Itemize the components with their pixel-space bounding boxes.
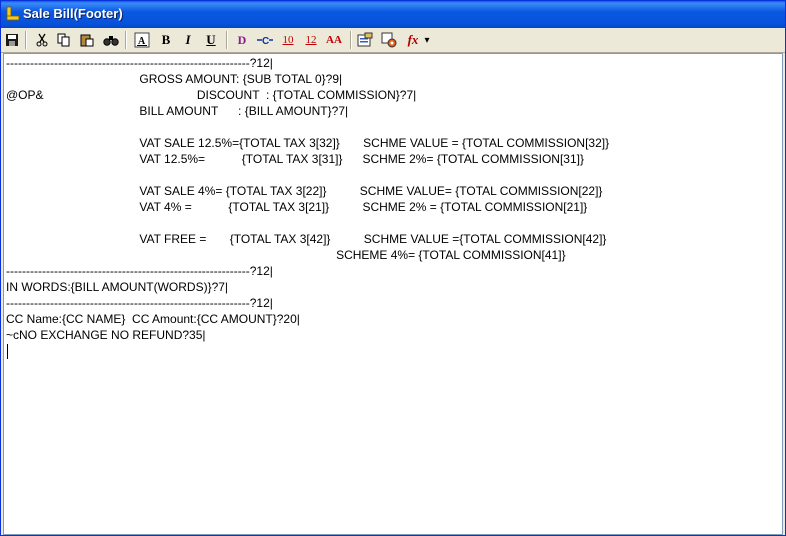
editor-line: SCHEME 4%= {TOTAL COMMISSION[41]} (6, 248, 566, 262)
copy-icon[interactable] (55, 31, 73, 49)
text-caret (7, 344, 8, 359)
title-bar[interactable]: Sale Bill(Footer) (1, 1, 785, 28)
editor-line: ----------------------------------------… (6, 56, 273, 70)
editor-line: CC Name:{CC NAME} CC Amount:{CC AMOUNT}?… (6, 312, 300, 326)
editor-line: BILL AMOUNT : {BILL AMOUNT}?7| (6, 104, 349, 118)
d-button[interactable]: D (233, 31, 251, 49)
toolbar: A B I U D C 10 12 AA fx ▾ (1, 28, 785, 53)
editor-line: ~cNO EXCHANGE NO REFUND?35| (6, 328, 206, 342)
case-button[interactable]: AA (325, 31, 343, 49)
footer-editor[interactable]: ----------------------------------------… (3, 53, 783, 535)
save-icon[interactable] (3, 31, 21, 49)
window-title: Sale Bill(Footer) (23, 6, 123, 21)
find-icon[interactable] (102, 31, 120, 49)
editor-line: VAT SALE 4%= {TOTAL TAX 3[22]} SCHME VAL… (6, 184, 603, 198)
editor-line: GROSS AMOUNT: {SUB TOTAL 0}?9| (6, 72, 343, 86)
insert-field-icon[interactable]: C (256, 31, 274, 49)
toolbar-separator (226, 31, 228, 49)
properties-icon[interactable] (356, 31, 374, 49)
font-icon[interactable]: A (133, 31, 151, 49)
cut-icon[interactable] (33, 31, 51, 49)
app-icon (6, 6, 20, 21)
toolbar-separator (25, 31, 27, 49)
svg-text:C: C (262, 36, 269, 47)
settings-icon[interactable] (380, 31, 398, 49)
editor-line: VAT SALE 12.5%={TOTAL TAX 3[32]} SCHME V… (6, 136, 610, 150)
app-window: Sale Bill(Footer) A B I U D C 10 12 AA f… (0, 0, 786, 536)
font-size-12-button[interactable]: 12 (302, 31, 320, 49)
toolbar-separator (350, 31, 352, 49)
italic-button[interactable]: I (179, 31, 197, 49)
underline-button[interactable]: U (202, 31, 220, 49)
editor-line: ----------------------------------------… (6, 296, 273, 310)
editor-line: ----------------------------------------… (6, 264, 273, 278)
toolbar-separator (125, 31, 127, 49)
function-button[interactable]: fx (404, 31, 422, 49)
bold-button[interactable]: B (157, 31, 175, 49)
editor-line: VAT 12.5%= {TOTAL TAX 3[31]} SCHME 2%= {… (6, 152, 584, 166)
editor-line: VAT 4% = {TOTAL TAX 3[21]} SCHME 2% = {T… (6, 200, 588, 214)
editor-line: IN WORDS:{BILL AMOUNT(WORDS)}?7| (6, 280, 229, 294)
paste-icon[interactable] (78, 31, 96, 49)
editor-line: @OP& DISCOUNT : {TOTAL COMMISSION}?7| (6, 88, 417, 102)
editor-line: VAT FREE = {TOTAL TAX 3[42]} SCHME VALUE… (6, 232, 607, 246)
font-size-10-button[interactable]: 10 (279, 31, 297, 49)
function-dropdown-icon[interactable]: ▾ (421, 31, 433, 49)
